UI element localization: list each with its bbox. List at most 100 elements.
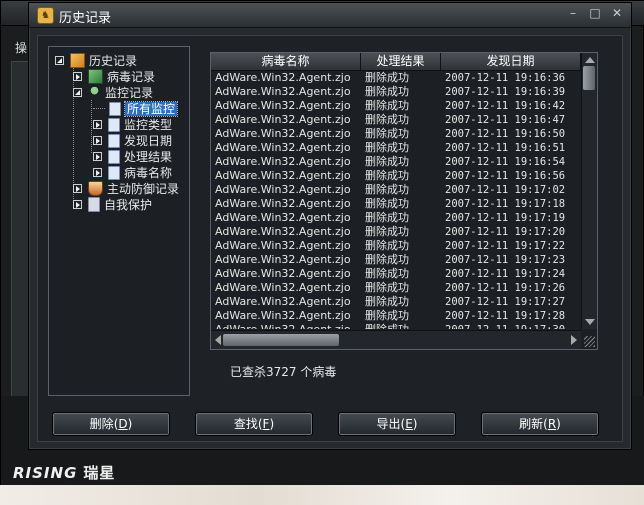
cell-date: 2007-12-11 19:16:50 [445, 128, 566, 140]
table-row[interactable]: AdWare.Win32.Agent.zjo删除成功2007-12-11 19:… [211, 281, 581, 295]
table-row[interactable]: AdWare.Win32.Agent.zjo删除成功2007-12-11 19:… [211, 127, 581, 141]
column-header-virus-name[interactable]: 病毒名称 [211, 53, 361, 70]
table-row[interactable]: AdWare.Win32.Agent.zjo删除成功2007-12-11 19:… [211, 253, 581, 267]
history-table: 病毒名称 处理结果 发现日期 AdWare.Win32.Agent.zjo 删除成… [210, 52, 598, 350]
cell-result: 删除成功 [365, 197, 409, 210]
table-row[interactable]: AdWare.Win32.Agent.zjo删除成功2007-12-11 19:… [211, 211, 581, 225]
tree-item-virus-name[interactable]: 病毒名称 [93, 165, 172, 181]
tree-item-all-monitors[interactable]: 所有监控 [93, 101, 179, 117]
table-row[interactable]: AdWare.Win32.Agent.zjo删除成功2007-12-11 19:… [211, 183, 581, 197]
dialog-body: 历史记录 病毒记录 监控记录 所有监控 监控类型 发现日期 处理结果 病毒名称 [37, 35, 623, 442]
cell-virus-name: AdWare.Win32.Agent.zjo [215, 309, 351, 322]
document-icon [108, 165, 120, 180]
cell-result: 删除成功 [365, 183, 409, 196]
vertical-scroll-thumb[interactable] [583, 66, 595, 90]
delete-button-label: 删除 [89, 417, 114, 431]
window-controls: – □ ✕ [567, 6, 623, 20]
expand-toggle[interactable] [93, 152, 102, 161]
rising-logo: RISING 瑞星 [13, 462, 115, 483]
cell-virus-name: AdWare.Win32.Agent.zjo [215, 253, 351, 266]
find-mnemonic: F [262, 417, 270, 431]
table-row[interactable]: AdWare.Win32.Agent.zjo删除成功2007-12-11 19:… [211, 169, 581, 183]
desktop-wallpaper [0, 485, 644, 505]
expand-toggle[interactable] [73, 184, 82, 193]
table-row[interactable]: AdWare.Win32.Agent.zjo删除成功2007-12-11 19:… [211, 71, 581, 85]
dialog-titlebar[interactable]: ♞ 历史记录 – □ ✕ [29, 3, 631, 28]
kill-count-summary: 已查杀3727 个病毒 [230, 365, 337, 379]
tree-item-found-date[interactable]: 发现日期 [93, 133, 172, 149]
cell-date: 2007-12-11 19:17:20 [445, 226, 566, 238]
close-button[interactable]: ✕ [611, 6, 623, 20]
resize-grip[interactable] [584, 336, 595, 347]
table-row[interactable]: AdWare.Win32.Agent.zjo删除成功2007-12-11 19:… [211, 155, 581, 169]
table-row[interactable]: AdWare.Win32.Agent.zjo删除成功2007-12-11 19:… [211, 309, 581, 323]
export-mnemonic: E [405, 417, 413, 431]
scroll-down-arrow[interactable] [585, 319, 595, 325]
table-row[interactable]: AdWare.Win32.Agent.zjo删除成功2007-12-11 19:… [211, 323, 581, 329]
tree-root[interactable]: 历史记录 [55, 53, 137, 69]
cell-result: 删除成功 [365, 113, 409, 126]
tree-item-self-protection[interactable]: 自我保护 [73, 197, 152, 213]
cell-date: 2007-12-11 19:16:36 [445, 72, 566, 84]
tree-item-process-result[interactable]: 处理结果 [93, 149, 172, 165]
cell-virus-name: AdWare.Win32.Agent.zjo [215, 141, 351, 154]
table-row[interactable]: AdWare.Win32.Agent.zjo删除成功2007-12-11 19:… [211, 267, 581, 281]
table-row[interactable]: AdWare.Win32.Agent.zjo删除成功2007-12-11 19:… [211, 239, 581, 253]
expand-toggle[interactable] [55, 56, 64, 65]
refresh-button[interactable]: 刷新(R) [481, 412, 599, 436]
cell-result: 删除成功 [365, 127, 409, 140]
find-button[interactable]: 查找(F) [195, 412, 313, 436]
cell-result: 删除成功 [361, 323, 441, 329]
scroll-right-arrow[interactable] [571, 335, 577, 345]
history-tree: 历史记录 病毒记录 监控记录 所有监控 监控类型 发现日期 处理结果 病毒名称 [48, 46, 190, 396]
delete-mnemonic: D [118, 417, 128, 431]
tree-item-virus-records[interactable]: 病毒记录 [73, 69, 155, 85]
expand-toggle[interactable] [73, 88, 82, 97]
cell-date: 2007-12-11 19:16:47 [445, 114, 566, 126]
table-row[interactable]: AdWare.Win32.Agent.zjo删除成功2007-12-11 19:… [211, 141, 581, 155]
expand-toggle[interactable] [93, 136, 102, 145]
table-row[interactable]: AdWare.Win32.Agent.zjo删除成功2007-12-11 19:… [211, 225, 581, 239]
expand-toggle[interactable] [93, 168, 102, 177]
export-button[interactable]: 导出(E) [338, 412, 456, 436]
cell-virus-name: AdWare.Win32.Agent.zjo [215, 197, 351, 210]
expand-toggle[interactable] [93, 120, 102, 129]
tree-item-label: 处理结果 [124, 150, 173, 164]
document-icon [108, 133, 120, 148]
tree-item-label: 监控类型 [124, 118, 173, 132]
table-row[interactable]: AdWare.Win32.Agent.zjo删除成功2007-12-11 19:… [211, 99, 581, 113]
tree-item-label: 自我保护 [104, 198, 153, 212]
tree-item-monitor-type[interactable]: 监控类型 [93, 117, 172, 133]
scroll-left-arrow[interactable] [215, 335, 221, 345]
cell-result: 删除成功 [365, 281, 409, 294]
vertical-scrollbar[interactable] [581, 53, 597, 329]
cell-date: 2007-12-11 19:16:39 [445, 86, 566, 98]
cell-virus-name: AdWare.Win32.Agent.zjo [215, 225, 351, 238]
table-rows: AdWare.Win32.Agent.zjo 删除成功 2007-12-11 19:… [211, 71, 581, 329]
shield-icon [88, 181, 103, 196]
column-header-result[interactable]: 处理结果 [361, 53, 441, 70]
expand-toggle[interactable] [73, 72, 82, 81]
export-button-label: 导出 [376, 417, 401, 431]
tree-item-active-defense[interactable]: 主动防御记录 [73, 181, 179, 197]
cell-result: 删除成功 [365, 71, 409, 84]
cell-virus-name: AdWare.Win32.Agent.zjo [215, 267, 351, 280]
expand-toggle[interactable] [73, 200, 82, 209]
background-menu-item[interactable]: 操 [15, 39, 27, 56]
table-row[interactable]: AdWare.Win32.Agent.zjo删除成功2007-12-11 19:… [211, 295, 581, 309]
table-row[interactable]: AdWare.Win32.Agent.zjo删除成功2007-12-11 19:… [211, 85, 581, 99]
column-header-date[interactable]: 发现日期 [441, 53, 581, 70]
horizontal-scrollbar[interactable] [211, 330, 581, 349]
tree-item-monitor-records[interactable]: 监控记录 [73, 85, 153, 101]
table-row[interactable]: AdWare.Win32.Agent.zjo删除成功2007-12-11 19:… [211, 197, 581, 211]
rising-app-icon: ♞ [37, 7, 54, 24]
minimize-button[interactable]: – [567, 6, 579, 20]
scroll-up-arrow[interactable] [585, 57, 595, 63]
cell-date: 2007-12-11 19:16:54 [445, 156, 566, 168]
horizontal-scroll-thumb[interactable] [223, 334, 339, 346]
maximize-button[interactable]: □ [589, 6, 601, 20]
table-row[interactable]: AdWare.Win32.Agent.zjo删除成功2007-12-11 19:… [211, 113, 581, 127]
delete-button[interactable]: 删除(D) [52, 412, 170, 436]
tree-root-label: 历史记录 [89, 54, 138, 68]
lock-icon [88, 197, 100, 212]
